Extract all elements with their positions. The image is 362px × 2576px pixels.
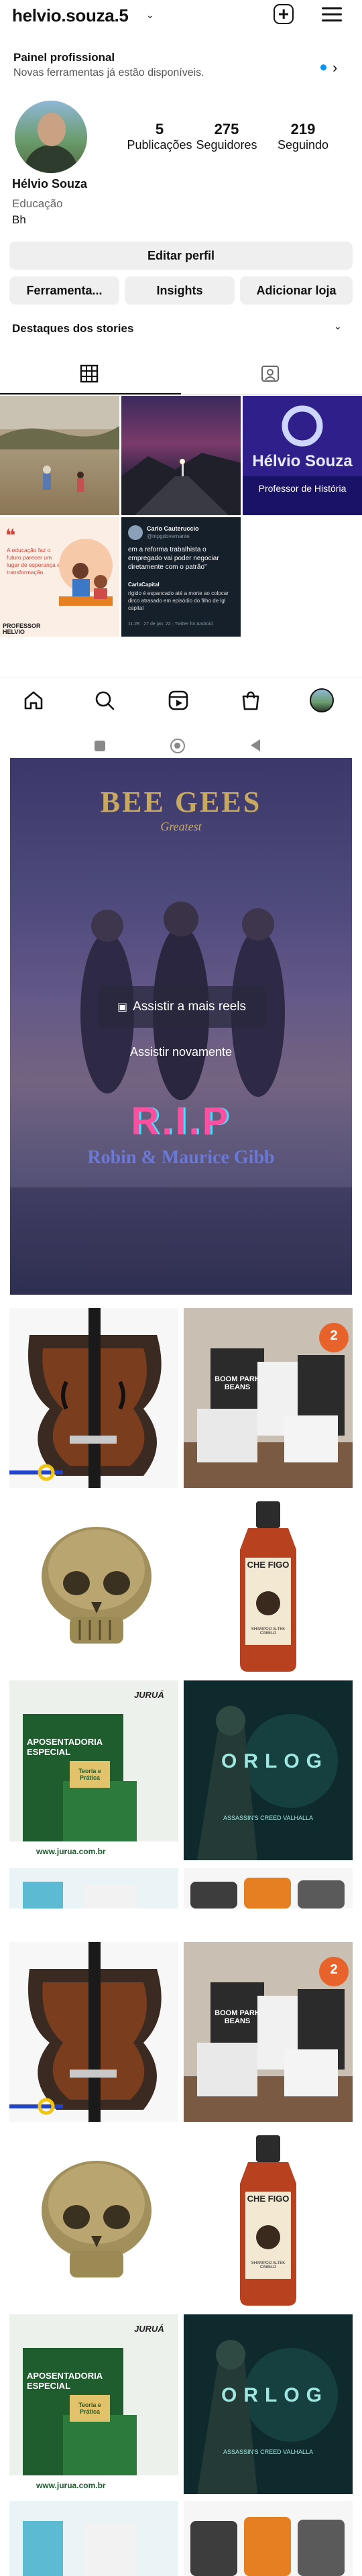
- bottle-brand: CHE FIGO: [247, 1560, 290, 1570]
- rip-text: R.I.P: [131, 1099, 231, 1143]
- grid-icon[interactable]: [79, 364, 99, 384]
- band-title: BEE GEES: [100, 786, 262, 818]
- book-title: APOSENTADORIA ESPECIAL: [27, 1737, 103, 1757]
- post-thumbnail[interactable]: [0, 396, 119, 515]
- avatar: [128, 525, 143, 540]
- reels-icon[interactable]: [168, 690, 189, 714]
- product-thumbnail-book[interactable]: APOSENTADORIA ESPECIAL Teoria e Prática …: [9, 2314, 178, 2494]
- chevron-down-icon[interactable]: ⌄: [334, 321, 342, 332]
- replay-button[interactable]: Assistir novamente: [10, 1045, 352, 1059]
- publisher-logo: JURUÁ: [134, 2324, 164, 2334]
- post-thumbnail[interactable]: [121, 396, 241, 515]
- publisher-logo: JURUÁ: [134, 1690, 164, 1700]
- book-site: www.jurua.com.br: [36, 1847, 106, 1856]
- brand-name: Hélvio Souza: [252, 452, 353, 470]
- product-thumbnail-skull[interactable]: [9, 1496, 178, 1676]
- tagged-icon[interactable]: [260, 364, 280, 384]
- product-thumbnail-coffee[interactable]: 2 BOOM PARK BEANS: [184, 1308, 353, 1488]
- stat-followers[interactable]: 275 Seguidores: [186, 121, 267, 152]
- stat-followers-value: 275: [214, 121, 239, 138]
- notification-dot: [320, 64, 326, 70]
- post-thumbnail[interactable]: Hélvio Souza Professor de História: [243, 396, 362, 515]
- tweet-handle: @mpgdovernante: [147, 533, 190, 539]
- stat-following[interactable]: 219 Seguindo: [263, 121, 343, 152]
- profile-avatar-icon[interactable]: [310, 688, 334, 712]
- quote-signature: PROFESSOR HELVIO: [3, 623, 41, 635]
- recent-apps-icon[interactable]: [95, 741, 105, 751]
- watch-more-reels-button[interactable]: ▣ Assistir a mais reels: [97, 986, 266, 1028]
- home-button-icon[interactable]: [170, 739, 185, 753]
- product-thumbnail-coffee[interactable]: 2 BOOM PARK BEANS: [184, 1942, 353, 2122]
- product-thumbnail-shampoo[interactable]: CHE FIGO SHAMPOO ALTEK CABELO: [184, 2130, 353, 2310]
- game-subtitle: ASSASSIN'S CREED VALHALLA: [223, 1815, 314, 1821]
- product-thumbnail[interactable]: [184, 1868, 353, 1909]
- create-post-icon[interactable]: [274, 4, 294, 24]
- brand-subtitle: Professor de História: [258, 483, 347, 494]
- bag-label: BOOM PARK BEANS: [215, 2009, 260, 2025]
- bag-label: BOOM PARK BEANS: [215, 1375, 260, 1391]
- quantity-badge: 2: [330, 1328, 338, 1343]
- post-thumbnail[interactable]: Carlo Cauteruccio @mpgdovernante em a re…: [121, 517, 241, 637]
- reels-icon: ▣: [117, 1002, 128, 1013]
- tweet-reply-text: rígido é espancado até a morte ao coloca…: [128, 590, 229, 611]
- chevron-down-icon[interactable]: ⌄: [146, 9, 154, 21]
- product-thumbnail-guitar[interactable]: [9, 1942, 178, 2122]
- post-thumbnail[interactable]: ❝ A educação faz o futuro parecer um lug…: [0, 517, 119, 637]
- product-thumbnail-game[interactable]: ORLOG ASSASSIN'S CREED VALHALLA: [184, 2314, 353, 2494]
- product-thumbnail-guitar[interactable]: [9, 1308, 178, 1488]
- profile-tabs: [0, 354, 362, 395]
- tools-button[interactable]: Ferramenta...: [9, 276, 119, 305]
- game-title: ORLOG: [221, 2384, 328, 2406]
- product-thumbnail-shampoo[interactable]: CHE FIGO SHAMPOO ALTEK CABELO: [184, 1496, 353, 1676]
- reel-video[interactable]: BEE GEES Greatest R.I.P Robin & Maurice …: [10, 758, 352, 1295]
- watch-more-label: Assistir a mais reels: [133, 1000, 247, 1014]
- product-thumbnail[interactable]: [9, 1868, 178, 1909]
- book-tag: Teoria e Prática: [78, 2402, 101, 2415]
- band-subtitle: Greatest: [160, 820, 202, 833]
- profile-bio: Bh: [12, 213, 26, 226]
- game-subtitle: ASSASSIN'S CREED VALHALLA: [223, 2449, 314, 2455]
- add-shop-button[interactable]: Adicionar loja: [240, 276, 353, 305]
- avatar[interactable]: [15, 101, 87, 173]
- stat-following-label: Seguindo: [277, 138, 329, 152]
- bottle-subtitle: SHAMPOO ALTEK CABELO: [251, 2261, 286, 2269]
- shop-icon[interactable]: [240, 690, 261, 714]
- search-icon[interactable]: [94, 690, 115, 714]
- book-title: APOSENTADORIA ESPECIAL: [27, 2371, 103, 2391]
- active-tab-indicator: [0, 393, 181, 394]
- edit-profile-button[interactable]: Editar perfil: [9, 241, 353, 270]
- story-highlights-title: Destaques dos stories: [12, 322, 134, 335]
- home-icon[interactable]: [23, 690, 44, 714]
- product-thumbnail-skull[interactable]: [9, 2130, 178, 2310]
- book-site: www.jurua.com.br: [36, 2481, 106, 2490]
- menu-icon[interactable]: [322, 7, 342, 22]
- bottle-subtitle: SHAMPOO ALTEK CABELO: [251, 1627, 286, 1635]
- names-text: Robin & Maurice Gibb: [87, 1147, 275, 1168]
- product-thumbnail-book[interactable]: APOSENTADORIA ESPECIAL Teoria e Prática …: [9, 1680, 178, 1860]
- game-title: ORLOG: [221, 1750, 328, 1772]
- bottle-brand: CHE FIGO: [247, 2194, 290, 2204]
- stat-following-value: 219: [290, 121, 316, 138]
- product-thumbnail[interactable]: [9, 2501, 178, 2576]
- product-thumbnail[interactable]: [184, 2501, 353, 2576]
- tweet-footer: 11:28 · 27 de jan. 22 · Twitter for Andr…: [128, 622, 213, 627]
- insights-button[interactable]: Insights: [125, 276, 235, 305]
- dashboard-title: Painel profissional: [13, 51, 115, 64]
- back-icon[interactable]: [251, 739, 260, 751]
- tweet-author: Carlo Cauteruccio: [147, 525, 199, 532]
- stat-followers-label: Seguidores: [196, 138, 257, 152]
- chevron-right-icon[interactable]: ›: [333, 59, 337, 76]
- profile-name: Hélvio Souza: [12, 177, 88, 191]
- product-thumbnail-game[interactable]: ORLOG ASSASSIN'S CREED VALHALLA: [184, 1680, 353, 1860]
- profile-category: Educação: [12, 197, 63, 210]
- dashboard-subtitle: Novas ferramentas já estão disponíveis.: [13, 67, 204, 78]
- book-tag: Teoria e Prática: [78, 1768, 101, 1781]
- tweet-text: em a reforma trabalhista o empregado vai…: [128, 546, 219, 571]
- username-switcher[interactable]: helvio.souza.5: [12, 5, 129, 26]
- tweet-reply-author: CarlaCapital: [128, 582, 160, 588]
- quantity-badge: 2: [330, 1962, 338, 1977]
